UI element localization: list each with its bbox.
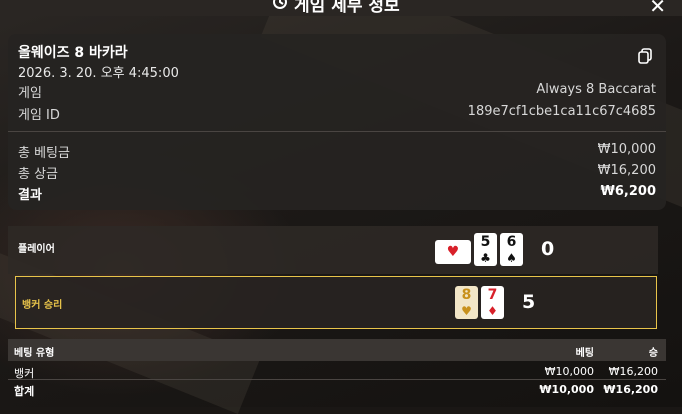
game-label: 게임 — [18, 86, 42, 101]
card-rank: 5 — [480, 234, 491, 250]
history-icon — [272, 0, 288, 14]
player-label: 플레이어 — [18, 244, 55, 255]
total-bet-cell: ₩10,000 — [539, 383, 594, 396]
total-win-cell: ₩16,200 — [603, 383, 658, 396]
card-rank: 8 — [461, 287, 472, 303]
result-label: 결과 — [18, 188, 42, 203]
game-row: 게임 Always 8 Baccarat — [18, 82, 656, 101]
win-amount-cell: ₩16,200 — [608, 365, 658, 378]
heart-icon: ♥ — [446, 244, 460, 260]
page-title: 게임 세부 정보 — [294, 0, 400, 16]
playing-card: 6 ♠ — [500, 233, 523, 266]
heart-icon: ♥ — [461, 304, 472, 318]
player-cards: ♥ 5 ♣ 6 ♠ — [435, 233, 523, 266]
game-summary-card: 올웨이즈 8 바카라 2026. 3. 20. 오후 4:45:00 게임 Al… — [8, 34, 666, 210]
column-bet-type: 베팅 유형 — [14, 348, 55, 359]
banker-hand: 뱅커 승리 8 ♥ 7 ♦ 5 — [15, 276, 657, 329]
result-row: 결과 ₩6,200 — [18, 184, 656, 203]
game-id-label: 게임 ID — [18, 108, 60, 123]
playing-card-sideways: ♥ — [435, 240, 471, 264]
total-win-value: ₩16,200 — [597, 163, 656, 178]
bets-table-header: 베팅 유형 베팅 승 — [8, 339, 666, 361]
bet-amount-cell: ₩10,000 — [544, 365, 594, 378]
diamond-icon: ♦ — [487, 304, 498, 318]
card-rank: 6 — [506, 234, 517, 250]
player-hand: 플레이어 ♥ 5 ♣ 6 ♠ 0 — [8, 226, 658, 274]
game-datetime: 2026. 3. 20. 오후 4:45:00 — [18, 66, 179, 81]
result-value: ₩6,200 — [600, 184, 656, 199]
table-row: 뱅커 ₩10,000 ₩16,200 — [8, 362, 666, 380]
total-bet-value: ₩10,000 — [597, 142, 656, 157]
banker-score: 5 — [522, 291, 536, 313]
game-name: 올웨이즈 8 바카라 — [18, 45, 128, 61]
total-win-row: 총 상금 ₩16,200 — [18, 163, 656, 182]
card-rank: 7 — [487, 287, 498, 303]
table-row-total: 합계 ₩10,000 ₩16,200 — [8, 380, 666, 398]
game-id-row: 게임 ID 189e7cf1cbe1ca11c67c4685 — [18, 104, 656, 123]
divider — [8, 131, 666, 132]
game-id-value: 189e7cf1cbe1ca11c67c4685 — [467, 104, 656, 119]
column-win: 승 — [648, 348, 658, 359]
club-icon: ♣ — [480, 251, 491, 265]
total-win-label: 총 상금 — [18, 167, 59, 182]
total-bet-label: 총 베팅금 — [18, 146, 70, 161]
playing-card: 5 ♣ — [474, 233, 497, 266]
playing-card: 7 ♦ — [481, 286, 504, 319]
playing-card: 8 ♥ — [455, 286, 478, 319]
copy-icon[interactable] — [638, 48, 652, 68]
column-bet: 베팅 — [575, 348, 594, 359]
modal-title-row: 게임 세부 정보 — [272, 0, 400, 16]
total-bet-row: 총 베팅금 ₩10,000 — [18, 142, 656, 161]
total-label-cell: 합계 — [14, 385, 35, 398]
banker-win-label: 뱅커 승리 — [22, 300, 63, 311]
close-icon[interactable]: ✕ — [649, 0, 666, 18]
player-score: 0 — [541, 238, 555, 260]
spade-icon: ♠ — [506, 251, 517, 265]
banker-cards: 8 ♥ 7 ♦ — [455, 286, 504, 319]
game-value: Always 8 Baccarat — [536, 82, 656, 97]
